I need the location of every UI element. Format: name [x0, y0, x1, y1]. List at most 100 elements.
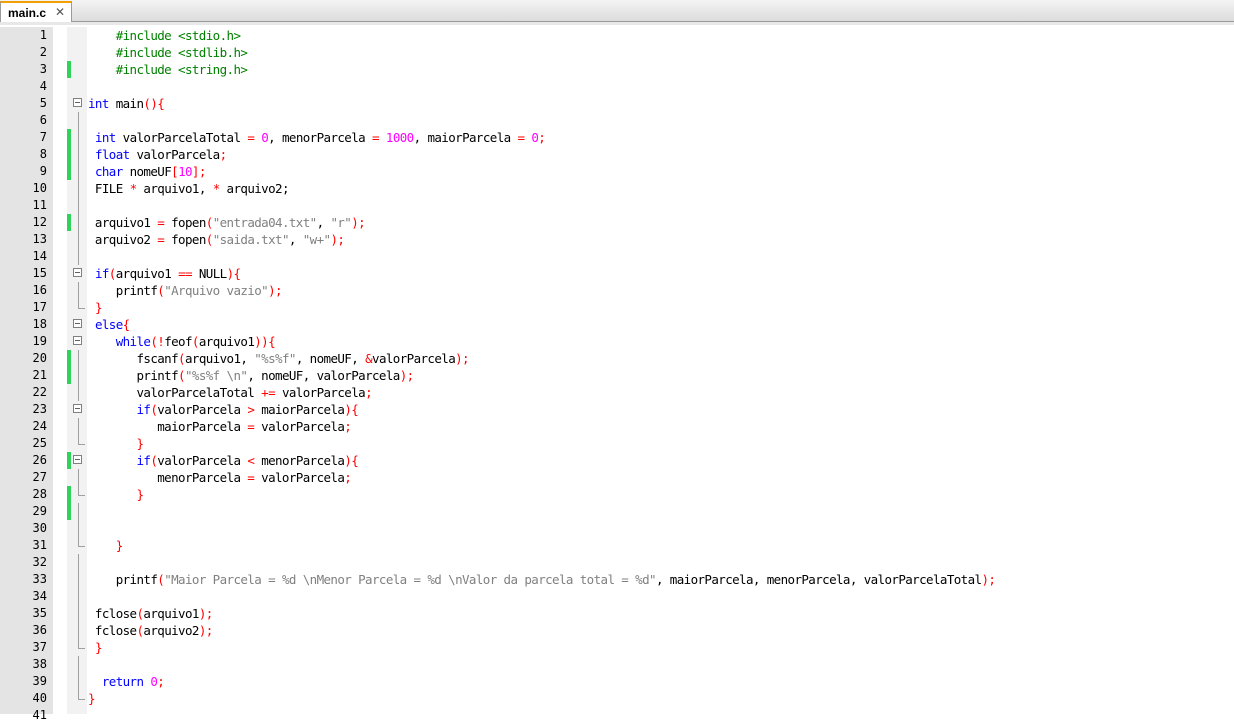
code-token: & [365, 351, 373, 366]
code-line[interactable]: 6 [0, 112, 1234, 129]
code-line[interactable]: 17 } [0, 299, 1234, 316]
code-token: ); [198, 623, 213, 638]
code-line[interactable]: 27 menorParcela = valorParcela; [0, 469, 1234, 486]
code-text: if(arquivo1 == NULL){ [88, 265, 241, 282]
code-line[interactable]: 38 [0, 656, 1234, 673]
close-icon[interactable]: ✕ [54, 5, 66, 19]
code-line[interactable]: 36 fclose(arquivo2); [0, 622, 1234, 639]
code-line[interactable]: 23 if(valorParcela > maiorParcela){ [0, 401, 1234, 418]
code-text: fclose(arquivo2); [88, 622, 213, 639]
code-line[interactable]: 33 printf("Maior Parcela = %d \nMenor Pa… [0, 571, 1234, 588]
code-line[interactable]: 18 else{ [0, 316, 1234, 333]
code-text: FILE * arquivo1, * arquivo2; [88, 180, 290, 197]
code-line[interactable]: 7 int valorParcelaTotal = 0, menorParcel… [0, 129, 1234, 146]
fold-guide-line [78, 231, 79, 248]
code-text: printf("Maior Parcela = %d \nMenor Parce… [88, 571, 996, 588]
code-line[interactable]: 29 [0, 503, 1234, 520]
tab-main-c[interactable]: main.c ✕ [0, 1, 72, 22]
code-token: int [88, 96, 109, 111]
code-line[interactable]: 37 } [0, 639, 1234, 656]
code-line[interactable]: 41 [0, 707, 1234, 724]
fold-guide-line [78, 214, 79, 231]
line-number: 36 [32, 623, 47, 637]
code-token: return [101, 674, 144, 689]
code-token: "r" [330, 215, 352, 230]
fold-toggle-icon[interactable] [73, 404, 82, 413]
change-marker [67, 350, 71, 367]
code-text: while(!feof(arquivo1)){ [88, 333, 276, 350]
line-number: 10 [32, 181, 47, 195]
fold-guide-line [78, 197, 79, 214]
code-text: } [88, 639, 103, 656]
fold-toggle-icon[interactable] [73, 98, 82, 107]
fold-toggle-icon[interactable] [73, 336, 82, 345]
code-line[interactable]: 22 valorParcelaTotal += valorParcela; [0, 384, 1234, 401]
code-token: arquivo1 [143, 606, 199, 621]
code-token: maiorParcela [88, 419, 248, 434]
code-token: ){ [344, 453, 359, 468]
code-line[interactable]: 34 [0, 588, 1234, 605]
code-token: #include <string.h> [115, 62, 248, 77]
code-line[interactable]: 11 [0, 197, 1234, 214]
fold-guide-line [78, 146, 79, 163]
code-line[interactable]: 21 printf("%s%f \n", nomeUF, valorParcel… [0, 367, 1234, 384]
code-line[interactable]: 39 return 0; [0, 673, 1234, 690]
code-token: , maiorParcela [413, 130, 518, 145]
code-line[interactable]: 40} [0, 690, 1234, 707]
code-line[interactable]: 31 } [0, 537, 1234, 554]
line-number: 4 [39, 79, 47, 93]
code-line[interactable]: 4 [0, 78, 1234, 95]
fold-guide-line [78, 673, 79, 690]
code-line[interactable]: 13 arquivo2 = fopen("saida.txt", "w+"); [0, 231, 1234, 248]
fold-toggle-icon[interactable] [73, 268, 82, 277]
code-text: return 0; [88, 673, 165, 690]
code-line[interactable]: 9 char nomeUF[10]; [0, 163, 1234, 180]
fold-guide-line [78, 180, 79, 197]
code-editor[interactable]: 1 #include <stdio.h> 2 #include <stdlib.h… [0, 27, 1234, 722]
change-marker [67, 367, 71, 384]
code-token: if [136, 453, 151, 468]
fold-toggle-icon[interactable] [73, 319, 82, 328]
code-line[interactable]: 14 [0, 248, 1234, 265]
code-line[interactable]: 10 FILE * arquivo1, * arquivo2; [0, 180, 1234, 197]
code-token: else [94, 317, 123, 332]
code-line[interactable]: 19 while(!feof(arquivo1)){ [0, 333, 1234, 350]
code-line[interactable]: 2 #include <stdlib.h> [0, 44, 1234, 61]
code-line[interactable]: 32 [0, 554, 1234, 571]
code-line[interactable]: 15 if(arquivo1 == NULL){ [0, 265, 1234, 282]
code-line[interactable]: 35 fclose(arquivo1); [0, 605, 1234, 622]
fold-guide-line [78, 656, 79, 673]
fold-guide-line [78, 554, 79, 571]
code-line[interactable]: 30 [0, 520, 1234, 537]
code-line[interactable]: 1 #include <stdio.h> [0, 27, 1234, 44]
code-token: NULL [191, 266, 227, 281]
code-token: } [136, 487, 144, 502]
code-token: ; [344, 470, 352, 485]
code-line[interactable]: 8 float valorParcela; [0, 146, 1234, 163]
line-number: 38 [32, 657, 47, 671]
code-text: printf("Arquivo vazio"); [88, 282, 283, 299]
code-line[interactable]: 20 fscanf(arquivo1, "%s%f", nomeUF, &val… [0, 350, 1234, 367]
code-token: ( [178, 368, 186, 383]
line-number: 21 [32, 368, 47, 382]
code-line[interactable]: 12 arquivo1 = fopen("entrada04.txt", "r"… [0, 214, 1234, 231]
line-number: 33 [32, 572, 47, 586]
code-token: valorParcelaTotal [115, 130, 248, 145]
code-line[interactable]: 25 } [0, 435, 1234, 452]
code-line[interactable]: 5 int main(){ [0, 95, 1234, 112]
code-line[interactable]: 3 #include <string.h> [0, 61, 1234, 78]
code-line[interactable]: 26 if(valorParcela < menorParcela){ [0, 452, 1234, 469]
code-line[interactable]: 24 maiorParcela = valorParcela; [0, 418, 1234, 435]
fold-toggle-icon[interactable] [73, 455, 82, 464]
line-number: 6 [39, 113, 47, 127]
code-line[interactable]: 16 printf("Arquivo vazio"); [0, 282, 1234, 299]
code-line[interactable]: 28 } [0, 486, 1234, 503]
